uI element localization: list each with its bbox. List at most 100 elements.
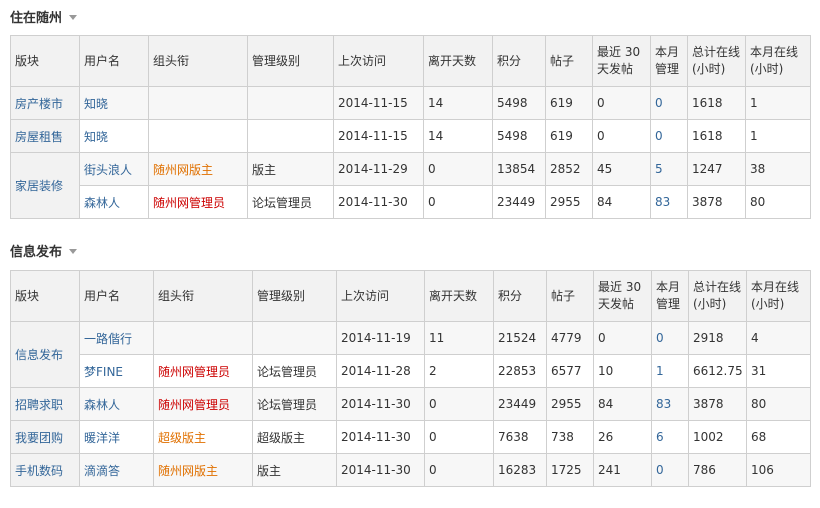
table-row: 手机数码 滴滴答 随州网版主 版主 2014-11-30 0 16283 172… [10, 453, 811, 487]
table-row: 梦FINE 随州网管理员 论坛管理员 2014-11-28 2 22853 65… [11, 354, 811, 388]
month-manage-link[interactable]: 6 [651, 420, 689, 454]
month-online: 106 [746, 453, 811, 487]
month-online: 38 [745, 152, 811, 186]
admin-level: 版主 [247, 152, 334, 186]
last-visit: 2014-11-15 [333, 119, 424, 153]
forum-link[interactable]: 手机数码 [10, 453, 80, 487]
month-manage-link[interactable]: 83 [650, 185, 688, 219]
total-online: 786 [688, 453, 747, 487]
group-title: 随州网版主 [148, 152, 248, 186]
table-row: 房产楼市 知晓 2014-11-15 14 5498 619 0 0 1618 … [10, 86, 811, 120]
header-month-manage: 本月 管理 [651, 270, 689, 322]
header-user: 用户名 [79, 270, 154, 322]
header-forum: 版块 [10, 270, 80, 322]
chevron-down-icon[interactable] [69, 249, 78, 254]
recent-posts: 84 [592, 185, 651, 219]
group-title: 随州网管理员 [153, 387, 253, 421]
section-title-text: 信息发布 [10, 245, 63, 260]
days-away: 0 [423, 152, 493, 186]
last-visit: 2014-11-28 [336, 354, 425, 388]
last-visit: 2014-11-19 [336, 321, 425, 355]
last-visit: 2014-11-15 [333, 86, 424, 120]
table-row: 森林人 随州网管理员 论坛管理员 2014-11-30 0 23449 2955… [11, 185, 811, 219]
user-link[interactable]: 滴滴答 [79, 453, 154, 487]
section-title-zhuzai[interactable]: 住在随州 [10, 7, 78, 26]
header-month-manage: 本月 管理 [650, 35, 688, 87]
month-online: 1 [745, 86, 811, 120]
total-online: 3878 [688, 387, 747, 421]
header-recent-posts: 最近 30 天发帖 [593, 270, 652, 322]
last-visit: 2014-11-30 [336, 387, 425, 421]
header-level: 管理级别 [247, 35, 334, 87]
forum-link[interactable]: 家居装修 [10, 152, 80, 219]
header-group-title: 组头衔 [153, 270, 253, 322]
total-online: 2918 [688, 321, 747, 355]
user-link[interactable]: 暖洋洋 [79, 420, 154, 454]
last-visit: 2014-11-30 [333, 185, 424, 219]
header-month-online: 本月在线 (小时) [745, 35, 811, 87]
recent-posts: 10 [593, 354, 652, 388]
user-link[interactable]: 森林人 [79, 185, 149, 219]
section-title-xinxi[interactable]: 信息发布 [10, 241, 78, 260]
month-manage-link[interactable]: 0 [650, 119, 688, 153]
points: 23449 [493, 387, 547, 421]
month-manage-link[interactable]: 0 [650, 86, 688, 120]
forum-link[interactable]: 我要团购 [10, 420, 80, 454]
last-visit: 2014-11-30 [336, 420, 425, 454]
posts: 2955 [545, 185, 593, 219]
header-group-title: 组头衔 [148, 35, 248, 87]
forum-link[interactable]: 房产楼市 [10, 86, 80, 120]
month-online: 80 [745, 185, 811, 219]
month-manage-link[interactable]: 0 [651, 321, 689, 355]
admin-level: 版主 [252, 453, 337, 487]
days-away: 0 [423, 185, 493, 219]
group-title: 随州网管理员 [148, 185, 248, 219]
user-link[interactable]: 森林人 [79, 387, 154, 421]
month-manage-link[interactable]: 0 [651, 453, 689, 487]
month-manage-link[interactable]: 1 [651, 354, 689, 388]
user-link[interactable]: 一路偕行 [79, 321, 154, 355]
header-month-online: 本月在线 (小时) [746, 270, 811, 322]
header-last-visit: 上次访问 [336, 270, 425, 322]
forum-link[interactable]: 信息发布 [10, 321, 80, 388]
header-level: 管理级别 [252, 270, 337, 322]
month-manage-link[interactable]: 83 [651, 387, 689, 421]
forum-link[interactable]: 房屋租售 [10, 119, 80, 153]
total-online: 1247 [687, 152, 746, 186]
days-away: 0 [424, 420, 494, 454]
stats-table-zhuzai: 版块 用户名 组头衔 管理级别 上次访问 离开天数 积分 帖子 最近 30 天发… [10, 35, 811, 219]
user-link[interactable]: 知晓 [79, 86, 149, 120]
days-away: 0 [424, 387, 494, 421]
total-online: 1618 [687, 119, 746, 153]
chevron-down-icon[interactable] [69, 15, 78, 20]
table-row: 我要团购 暖洋洋 超级版主 超级版主 2014-11-30 0 7638 738… [10, 420, 811, 454]
group-title [148, 86, 248, 120]
month-manage-link[interactable]: 5 [650, 152, 688, 186]
header-posts: 帖子 [546, 270, 594, 322]
header-forum: 版块 [10, 35, 80, 87]
user-link[interactable]: 街头浪人 [79, 152, 149, 186]
points: 16283 [493, 453, 547, 487]
group-title: 随州网版主 [153, 453, 253, 487]
posts: 619 [545, 86, 593, 120]
forum-link[interactable]: 招聘求职 [10, 387, 80, 421]
recent-posts: 84 [593, 387, 652, 421]
posts: 2852 [545, 152, 593, 186]
header-points: 积分 [493, 270, 547, 322]
last-visit: 2014-11-30 [336, 453, 425, 487]
points: 22853 [493, 354, 547, 388]
last-visit: 2014-11-29 [333, 152, 424, 186]
month-online: 31 [746, 354, 811, 388]
total-online: 1618 [687, 86, 746, 120]
user-link[interactable]: 知晓 [79, 119, 149, 153]
table-row: 家居装修 街头浪人 随州网版主 版主 2014-11-29 0 13854 28… [10, 152, 811, 219]
recent-posts: 0 [592, 86, 651, 120]
table-row: 房屋租售 知晓 2014-11-15 14 5498 619 0 0 1618 … [10, 119, 811, 153]
recent-posts: 0 [593, 321, 652, 355]
month-online: 80 [746, 387, 811, 421]
points: 5498 [492, 86, 546, 120]
posts: 2955 [546, 387, 594, 421]
admin-level: 超级版主 [252, 420, 337, 454]
table-row: 招聘求职 森林人 随州网管理员 论坛管理员 2014-11-30 0 23449… [10, 387, 811, 421]
user-link[interactable]: 梦FINE [79, 354, 154, 388]
